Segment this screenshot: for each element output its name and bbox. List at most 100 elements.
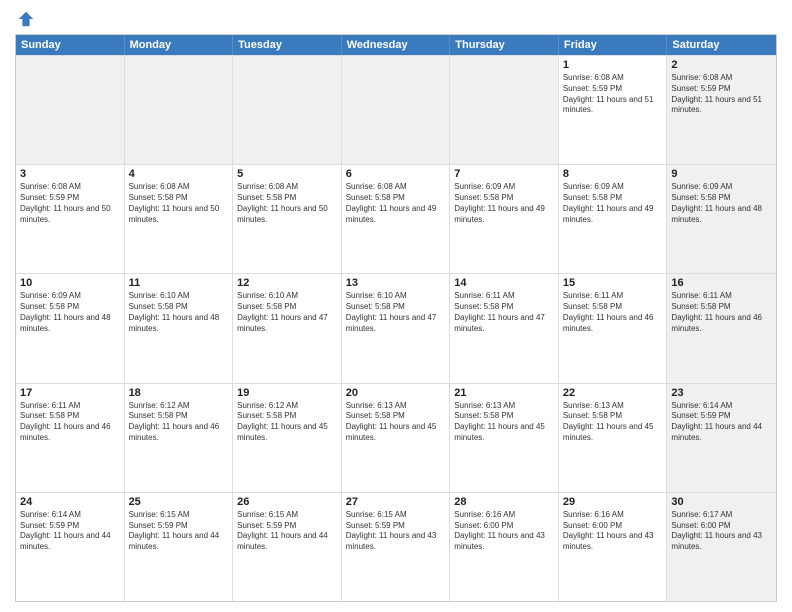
header-day-sunday: Sunday (16, 35, 125, 55)
day-info: Sunrise: 6:09 AMSunset: 5:58 PMDaylight:… (671, 182, 772, 225)
day-number: 5 (237, 168, 337, 180)
calendar-page: SundayMondayTuesdayWednesdayThursdayFrid… (0, 0, 792, 612)
calendar-week-4: 17 Sunrise: 6:11 AMSunset: 5:58 PMDayligh… (16, 383, 776, 492)
calendar: SundayMondayTuesdayWednesdayThursdayFrid… (15, 34, 777, 602)
day-info: Sunrise: 6:08 AMSunset: 5:58 PMDaylight:… (346, 182, 446, 225)
calendar-cell-25: 25 Sunrise: 6:15 AMSunset: 5:59 PMDayligh… (125, 493, 234, 601)
day-number: 9 (671, 168, 772, 180)
header-day-friday: Friday (559, 35, 668, 55)
calendar-cell-7: 7 Sunrise: 6:09 AMSunset: 5:58 PMDaylight… (450, 165, 559, 273)
calendar-cell-empty-0-0 (16, 56, 125, 164)
calendar-cell-3: 3Sunrise: 6:08 AMSunset: 5:59 PMDaylight… (16, 165, 125, 273)
day-info: Sunrise: 6:08 AMSunset: 5:58 PMDaylight:… (237, 182, 337, 225)
calendar-cell-15: 15 Sunrise: 6:11 AMSunset: 5:58 PMDayligh… (559, 274, 668, 382)
day-info: Sunrise: 6:11 AMSunset: 5:58 PMDaylight:… (671, 291, 772, 334)
day-info: Sunrise: 6:09 AMSunset: 5:58 PMDaylight:… (454, 182, 554, 225)
day-info: Sunrise: 6:14 AMSunset: 5:59 PMDaylight:… (20, 510, 120, 553)
day-info: Sunrise: 6:08 AMSunset: 5:59 PMDaylight:… (671, 73, 772, 116)
day-info: Sunrise: 6:08 AMSunset: 5:59 PMDaylight:… (563, 73, 663, 116)
day-info: Sunrise: 6:15 AMSunset: 5:59 PMDaylight:… (129, 510, 229, 553)
day-number: 29 (563, 496, 663, 508)
calendar-cell-10: 10Sunrise: 6:09 AMSunset: 5:58 PMDayligh… (16, 274, 125, 382)
calendar-cell-17: 17 Sunrise: 6:11 AMSunset: 5:58 PMDayligh… (16, 384, 125, 492)
day-number: 26 (237, 496, 337, 508)
calendar-cell-6: 6 Sunrise: 6:08 AMSunset: 5:58 PMDaylight… (342, 165, 451, 273)
calendar-cell-24: 24 Sunrise: 6:14 AMSunset: 5:59 PMDayligh… (16, 493, 125, 601)
day-info: Sunrise: 6:16 AMSunset: 6:00 PMDaylight:… (454, 510, 554, 553)
day-number: 21 (454, 387, 554, 399)
day-number: 17 (20, 387, 120, 399)
day-number: 11 (129, 277, 229, 289)
day-number: 24 (20, 496, 120, 508)
day-info: Sunrise: 6:10 AMSunset: 5:58 PMDaylight:… (129, 291, 229, 334)
calendar-cell-26: 26 Sunrise: 6:15 AMSunset: 5:59 PMDayligh… (233, 493, 342, 601)
calendar-cell-8: 8 Sunrise: 6:09 AMSunset: 5:58 PMDaylight… (559, 165, 668, 273)
day-info: Sunrise: 6:13 AMSunset: 5:58 PMDaylight:… (454, 401, 554, 444)
calendar-cell-1: 1 Sunrise: 6:08 AMSunset: 5:59 PMDaylight… (559, 56, 668, 164)
calendar-header: SundayMondayTuesdayWednesdayThursdayFrid… (16, 35, 776, 55)
day-number: 19 (237, 387, 337, 399)
calendar-cell-2: 2Sunrise: 6:08 AMSunset: 5:59 PMDaylight… (667, 56, 776, 164)
day-info: Sunrise: 6:16 AMSunset: 6:00 PMDaylight:… (563, 510, 663, 553)
day-number: 14 (454, 277, 554, 289)
calendar-cell-21: 21 Sunrise: 6:13 AMSunset: 5:58 PMDayligh… (450, 384, 559, 492)
calendar-cell-12: 12 Sunrise: 6:10 AMSunset: 5:58 PMDayligh… (233, 274, 342, 382)
calendar-cell-empty-0-2 (233, 56, 342, 164)
day-number: 3 (20, 168, 120, 180)
day-number: 27 (346, 496, 446, 508)
calendar-cell-28: 28Sunrise: 6:16 AMSunset: 6:00 PMDayligh… (450, 493, 559, 601)
day-info: Sunrise: 6:09 AMSunset: 5:58 PMDaylight:… (563, 182, 663, 225)
day-info: Sunrise: 6:10 AMSunset: 5:58 PMDaylight:… (237, 291, 337, 334)
calendar-cell-11: 11 Sunrise: 6:10 AMSunset: 5:58 PMDayligh… (125, 274, 234, 382)
day-number: 4 (129, 168, 229, 180)
day-number: 25 (129, 496, 229, 508)
calendar-week-2: 3Sunrise: 6:08 AMSunset: 5:59 PMDaylight… (16, 164, 776, 273)
calendar-body: 1 Sunrise: 6:08 AMSunset: 5:59 PMDaylight… (16, 55, 776, 601)
calendar-cell-9: 9 Sunrise: 6:09 AMSunset: 5:58 PMDaylight… (667, 165, 776, 273)
calendar-cell-23: 23 Sunrise: 6:14 AMSunset: 5:59 PMDayligh… (667, 384, 776, 492)
day-info: Sunrise: 6:10 AMSunset: 5:58 PMDaylight:… (346, 291, 446, 334)
calendar-cell-29: 29 Sunrise: 6:16 AMSunset: 6:00 PMDayligh… (559, 493, 668, 601)
header-day-monday: Monday (125, 35, 234, 55)
calendar-cell-18: 18Sunrise: 6:12 AMSunset: 5:58 PMDayligh… (125, 384, 234, 492)
day-info: Sunrise: 6:14 AMSunset: 5:59 PMDaylight:… (671, 401, 772, 444)
day-number: 16 (671, 277, 772, 289)
day-info: Sunrise: 6:17 AMSunset: 6:00 PMDaylight:… (671, 510, 772, 553)
calendar-cell-13: 13Sunrise: 6:10 AMSunset: 5:58 PMDayligh… (342, 274, 451, 382)
calendar-cell-19: 19 Sunrise: 6:12 AMSunset: 5:58 PMDayligh… (233, 384, 342, 492)
day-number: 8 (563, 168, 663, 180)
day-number: 15 (563, 277, 663, 289)
calendar-cell-14: 14 Sunrise: 6:11 AMSunset: 5:58 PMDayligh… (450, 274, 559, 382)
calendar-week-5: 24 Sunrise: 6:14 AMSunset: 5:59 PMDayligh… (16, 492, 776, 601)
day-number: 7 (454, 168, 554, 180)
day-info: Sunrise: 6:13 AMSunset: 5:58 PMDaylight:… (563, 401, 663, 444)
calendar-cell-20: 20Sunrise: 6:13 AMSunset: 5:58 PMDayligh… (342, 384, 451, 492)
day-info: Sunrise: 6:12 AMSunset: 5:58 PMDaylight:… (237, 401, 337, 444)
day-number: 10 (20, 277, 120, 289)
day-number: 12 (237, 277, 337, 289)
calendar-week-3: 10Sunrise: 6:09 AMSunset: 5:58 PMDayligh… (16, 273, 776, 382)
day-number: 22 (563, 387, 663, 399)
day-info: Sunrise: 6:11 AMSunset: 5:58 PMDaylight:… (454, 291, 554, 334)
calendar-cell-empty-0-4 (450, 56, 559, 164)
calendar-week-1: 1 Sunrise: 6:08 AMSunset: 5:59 PMDaylight… (16, 55, 776, 164)
header-day-thursday: Thursday (450, 35, 559, 55)
calendar-cell-4: 4Sunrise: 6:08 AMSunset: 5:58 PMDaylight… (125, 165, 234, 273)
calendar-cell-5: 5 Sunrise: 6:08 AMSunset: 5:58 PMDaylight… (233, 165, 342, 273)
calendar-cell-30: 30 Sunrise: 6:17 AMSunset: 6:00 PMDayligh… (667, 493, 776, 601)
day-info: Sunrise: 6:15 AMSunset: 5:59 PMDaylight:… (237, 510, 337, 553)
day-number: 6 (346, 168, 446, 180)
day-number: 1 (563, 59, 663, 71)
day-number: 30 (671, 496, 772, 508)
day-info: Sunrise: 6:11 AMSunset: 5:58 PMDaylight:… (563, 291, 663, 334)
day-info: Sunrise: 6:12 AMSunset: 5:58 PMDaylight:… (129, 401, 229, 444)
calendar-cell-empty-0-1 (125, 56, 234, 164)
day-info: Sunrise: 6:15 AMSunset: 5:59 PMDaylight:… (346, 510, 446, 553)
header-day-tuesday: Tuesday (233, 35, 342, 55)
calendar-cell-22: 22 Sunrise: 6:13 AMSunset: 5:58 PMDayligh… (559, 384, 668, 492)
day-number: 20 (346, 387, 446, 399)
logo (15, 10, 35, 28)
day-number: 23 (671, 387, 772, 399)
day-info: Sunrise: 6:11 AMSunset: 5:58 PMDaylight:… (20, 401, 120, 444)
calendar-cell-16: 16 Sunrise: 6:11 AMSunset: 5:58 PMDayligh… (667, 274, 776, 382)
